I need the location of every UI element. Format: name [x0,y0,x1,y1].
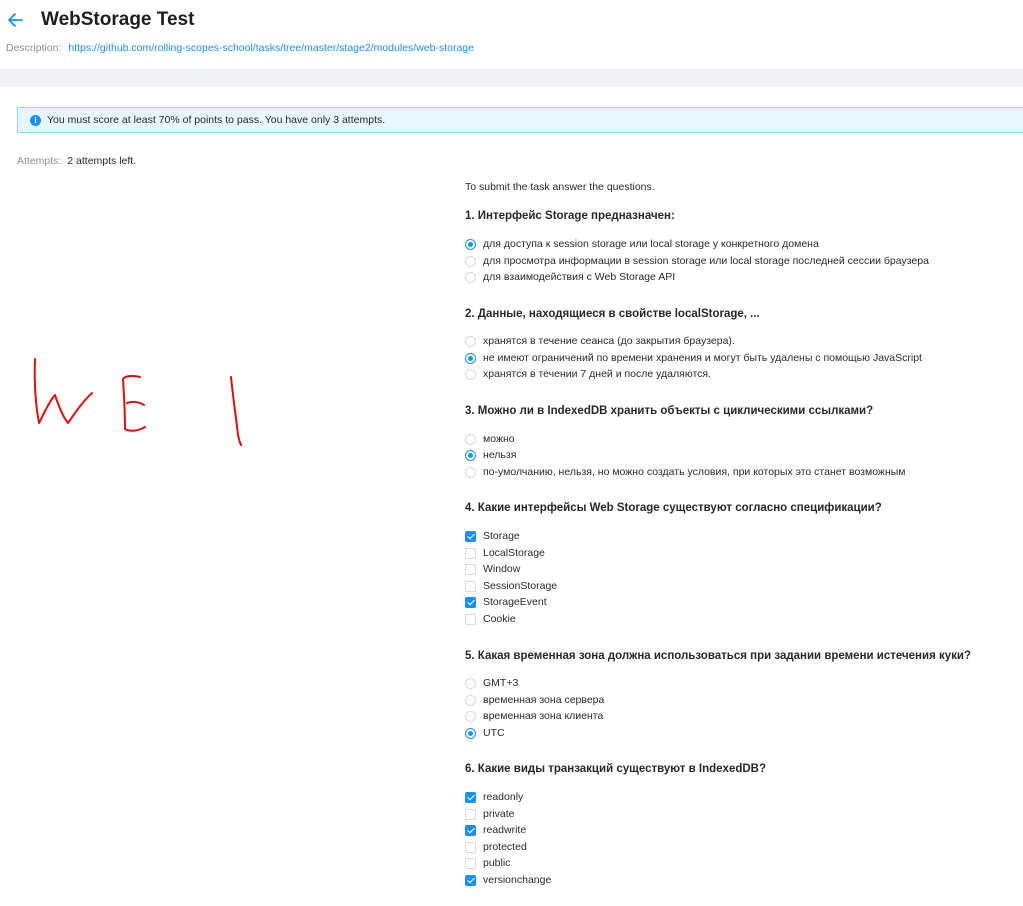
question-4-option-6[interactable]: Cookie [465,612,516,626]
radio-button[interactable] [465,368,476,380]
option-label: Storage [483,529,520,542]
description: Description: https://github.com/rolling-… [6,41,474,55]
handwritten-scribble [33,358,242,446]
radio-button[interactable] [465,433,476,445]
radio-button[interactable] [465,238,476,250]
question-1-title: 1. Интерфейс Storage предназначен: [465,210,675,222]
question-6-option-4[interactable]: protected [465,840,527,854]
question-4-option-3[interactable]: Window [465,562,520,576]
option-label: хранятся в течении 7 дней и после удаляю… [483,367,712,380]
radio-button[interactable] [465,727,476,739]
description-label: Description: [6,42,62,54]
question-5-option-1[interactable]: GMT+3 [465,676,518,690]
option-label: StorageEvent [483,595,547,608]
question-4-option-1[interactable]: Storage [465,529,520,543]
option-label: для доступа к session storage или local … [483,237,819,250]
radio-button[interactable] [465,335,476,347]
question-1-option-2[interactable]: для просмотра информации в session stora… [465,254,929,268]
option-label: GMT+3 [483,676,519,689]
checkbox[interactable] [465,791,476,803]
question-4-option-5[interactable]: StorageEvent [465,595,547,609]
question-2-option-2[interactable]: не имеют ограничений по времени хранения… [465,351,922,365]
question-3-title: 3. Можно ли в IndexedDB хранить объекты … [465,405,874,417]
option-label: readwrite [483,823,527,836]
checkbox[interactable] [465,563,476,575]
question-5-option-2[interactable]: временная зона сервера [465,693,604,707]
info-alert: i You must score at least 70% of points … [17,107,1023,133]
question-2-option-3[interactable]: хранятся в течении 7 дней и после удаляю… [465,367,711,381]
option-label: LocalStorage [483,546,545,559]
option-label: private [483,807,515,820]
question-6-option-5[interactable]: public [465,856,510,870]
option-label: readonly [483,790,524,803]
attempts-label: Attempts: [17,155,62,167]
attempts-value: 2 attempts left. [67,155,137,167]
radio-button[interactable] [465,352,476,364]
option-label: для взаимодействия с Web Storage API [483,270,676,283]
option-label: нельзя [483,448,517,461]
option-label: временная зона сервера [483,693,605,706]
radio-button[interactable] [465,710,476,722]
question-3-option-3[interactable]: по-умолчанию, нельзя, но можно создать у… [465,465,906,479]
divider-band [0,69,1023,87]
info-icon: i [30,115,41,126]
checkbox[interactable] [465,530,476,542]
radio-button[interactable] [465,677,476,689]
option-label: для просмотра информации в session stora… [483,254,929,267]
radio-button[interactable] [465,466,476,478]
option-label: protected [483,840,527,853]
question-3-option-1[interactable]: можно [465,432,515,446]
option-label: SessionStorage [483,579,558,592]
checkbox[interactable] [465,857,476,869]
page-title: WebStorage Test [41,9,195,30]
option-label: по-умолчанию, нельзя, но можно создать у… [483,465,906,478]
question-5-option-3[interactable]: временная зона клиента [465,709,603,723]
option-label: public [483,856,511,869]
intro-text: To submit the task answer the questions. [465,181,655,193]
checkbox[interactable] [465,824,476,836]
radio-button[interactable] [465,449,476,461]
question-4-option-4[interactable]: SessionStorage [465,579,557,593]
alert-message: You must score at least 70% of points to… [47,114,386,126]
description-link[interactable]: https://github.com/rolling-scopes-school… [68,42,474,54]
question-6-title: 6. Какие виды транзакций существуют в In… [465,763,766,775]
question-2-option-1[interactable]: хранятся в течение сеанса (до закрытия б… [465,334,735,348]
question-6-option-6[interactable]: versionchange [465,873,551,887]
page-header: WebStorage Test Description: https://git… [0,0,1023,68]
checkbox[interactable] [465,808,476,820]
question-2-title: 2. Данные, находящиеся в свойстве localS… [465,308,760,320]
question-6-option-3[interactable]: readwrite [465,823,526,837]
question-6-option-2[interactable]: private [465,807,515,821]
option-label: хранятся в течение сеанса (до закрытия б… [483,334,735,347]
radio-button[interactable] [465,694,476,706]
attempts-info: Attempts: 2 attempts left. [17,155,136,168]
question-4-title: 4. Какие интерфейсы Web Storage существу… [465,502,882,514]
checkbox[interactable] [465,874,476,886]
option-label: Cookie [483,612,516,625]
question-5-title: 5. Какая временная зона должна использов… [465,650,971,662]
option-label: можно [483,432,515,445]
option-label: versionchange [483,873,552,886]
question-1-option-3[interactable]: для взаимодействия с Web Storage API [465,270,675,284]
checkbox[interactable] [465,841,476,853]
checkbox[interactable] [465,613,476,625]
option-label: временная зона клиента [483,709,604,722]
option-label: Window [483,562,521,575]
radio-button[interactable] [465,255,476,267]
question-3-option-2[interactable]: нельзя [465,448,516,462]
option-label: не имеют ограничений по времени хранения… [483,351,922,364]
radio-button[interactable] [465,271,476,283]
checkbox[interactable] [465,580,476,592]
question-6-option-1[interactable]: readonly [465,790,523,804]
checkbox[interactable] [465,547,476,559]
question-4-option-2[interactable]: LocalStorage [465,546,545,560]
checkbox[interactable] [465,596,476,608]
question-5-option-4[interactable]: UTC [465,726,505,740]
option-label: UTC [483,726,505,739]
question-1-option-1[interactable]: для доступа к session storage или local … [465,237,819,251]
arrow-left-icon[interactable] [5,10,25,30]
